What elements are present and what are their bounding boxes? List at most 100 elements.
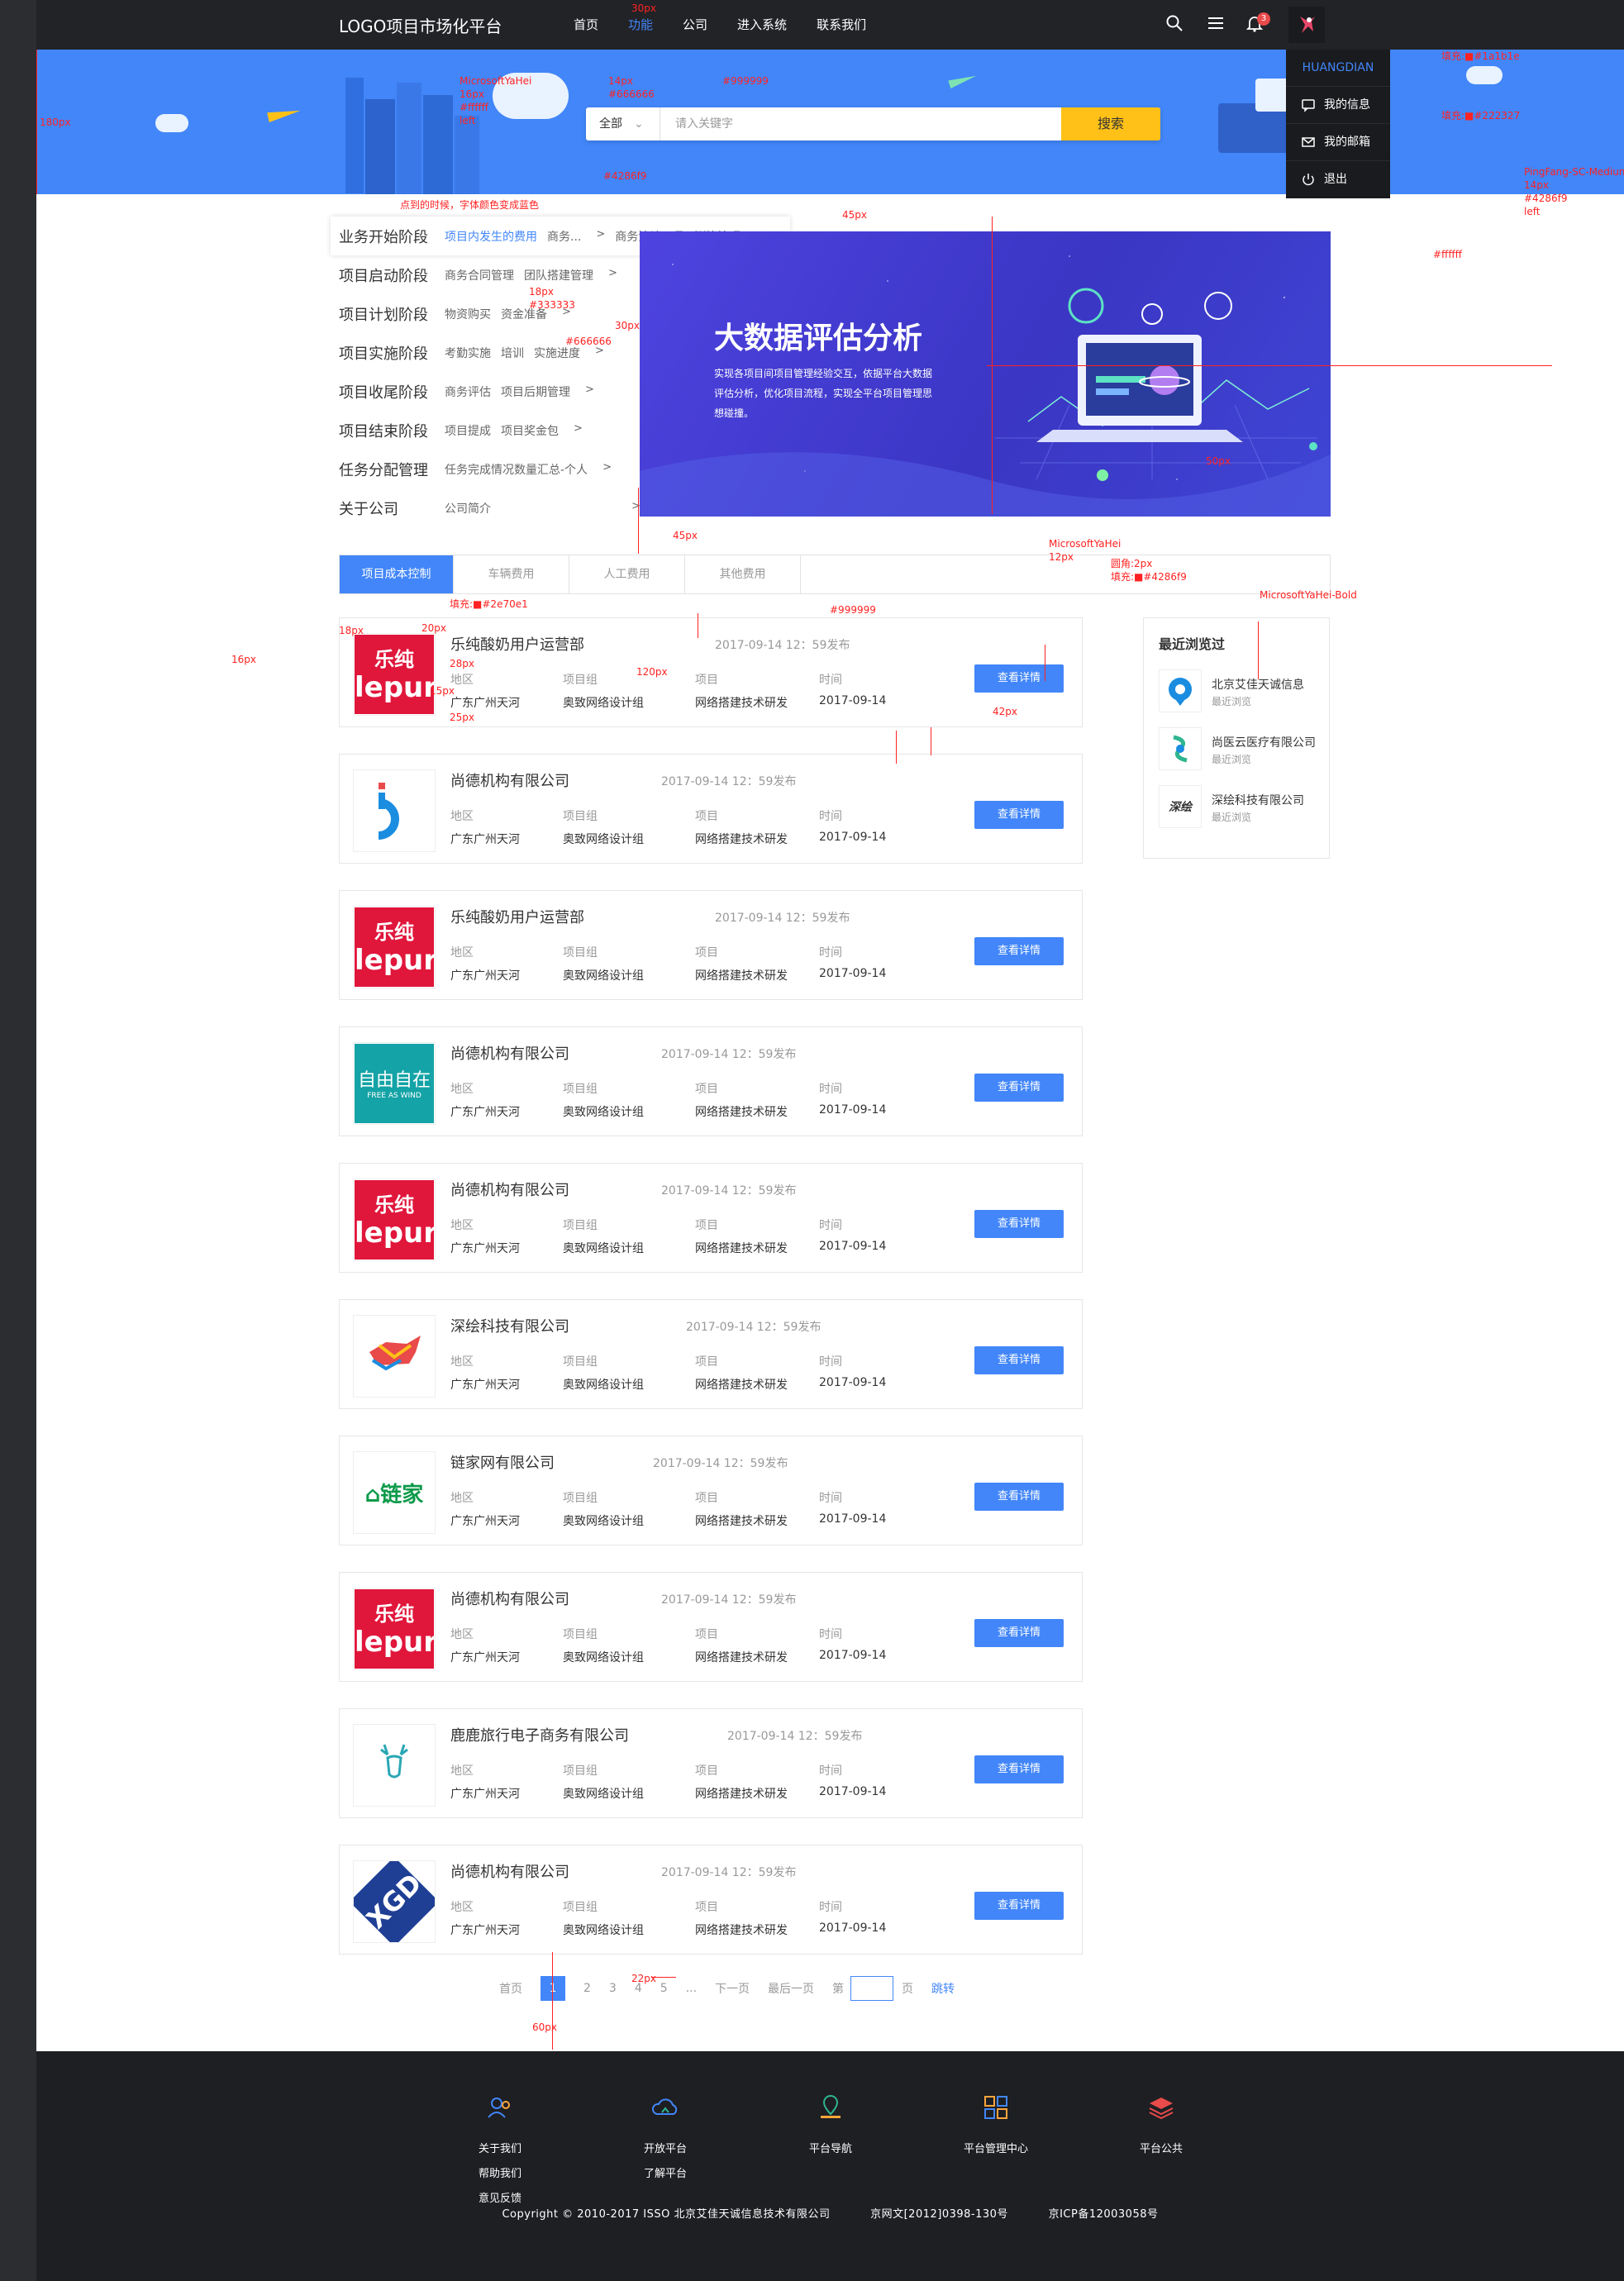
project-card[interactable]: 深绘科技有限公司 2017-09-14 12：59发布 地区 项目组 项目 时间 广东广州天… <box>339 1299 1083 1409</box>
view-details-button[interactable]: 查看详情 <box>974 1619 1064 1647</box>
goto-button[interactable]: 跳转 <box>931 1980 955 1997</box>
company-name[interactable]: 尚德机构有限公司 <box>450 1860 569 1882</box>
label-group: 项目组 <box>563 674 598 687</box>
category-item[interactable]: 项目结束阶段 项目提成 项目奖金包 > <box>339 411 641 450</box>
search-icon[interactable] <box>1164 14 1185 36</box>
annotation-label: 16px <box>231 654 256 665</box>
sub-link[interactable]: 物资购买 <box>445 306 491 322</box>
tab-other-cost[interactable]: 其他费用 <box>685 555 801 593</box>
view-details-button[interactable]: 查看详情 <box>974 1210 1064 1238</box>
page-first[interactable]: 首页 <box>499 1980 522 1997</box>
page-5[interactable]: 5 <box>660 1982 668 1995</box>
nav-company[interactable]: 公司 <box>683 16 707 33</box>
nav-home[interactable]: 首页 <box>574 16 598 33</box>
footer-link[interactable]: 平台公共 <box>1112 2137 1211 2162</box>
sub-link[interactable]: 项目后期管理 <box>501 383 570 400</box>
building-illustration <box>365 99 395 194</box>
view-details-button[interactable]: 查看详情 <box>974 1892 1064 1920</box>
sub-link[interactable]: 项目奖金包 <box>501 422 559 439</box>
recent-item[interactable]: 北京艾佳天诚信息 最近浏览 <box>1159 669 1324 712</box>
category-item[interactable]: 项目计划阶段 物资购买 资金准备 > <box>339 294 641 333</box>
sub-link[interactable]: 商务... <box>547 228 581 245</box>
company-logo: 乐纯 lepur <box>353 1179 436 1261</box>
sub-link[interactable]: 商务评估 <box>445 383 491 400</box>
company-name[interactable]: 乐纯酸奶用户运营部 <box>450 906 584 927</box>
value-group: 奥致网络设计组 <box>563 1924 644 1937</box>
company-name[interactable]: 乐纯酸奶用户运营部 <box>450 633 584 655</box>
project-card[interactable]: XGD 尚德机构有限公司 2017-09-14 12：59发布 地区 项目组 项目 时间 广东… <box>339 1845 1083 1955</box>
category-item[interactable]: 任务分配管理 任务完成情况数量汇总-个人 > <box>339 450 641 488</box>
page-3[interactable]: 3 <box>609 1982 617 1995</box>
footer-link[interactable]: 了解平台 <box>616 2162 715 2187</box>
company-name[interactable]: 鹿鹿旅行电子商务有限公司 <box>450 1724 629 1745</box>
view-details-button[interactable]: 查看详情 <box>974 937 1064 965</box>
annotation-line <box>552 1952 553 2050</box>
nav-enter-system[interactable]: 进入系统 <box>737 16 787 33</box>
menu-item-my-info[interactable]: 我的信息 <box>1286 86 1390 123</box>
project-card[interactable]: 尚德机构有限公司 2017-09-14 12：59发布 地区 项目组 项目 时间 广东广州天… <box>339 754 1083 864</box>
project-card[interactable]: 鹿鹿旅行电子商务有限公司 2017-09-14 12：59发布 地区 项目组 项目 时间广… <box>339 1708 1083 1818</box>
company-name[interactable]: 尚德机构有限公司 <box>450 1588 569 1609</box>
page-number-input[interactable] <box>850 1976 894 2001</box>
site-logo[interactable]: LOGO项目市场化平台 <box>339 13 502 37</box>
sub-link[interactable]: 考勤实施 <box>445 345 491 361</box>
footer-link[interactable]: 平台管理中心 <box>946 2137 1045 2162</box>
recent-item[interactable]: 尚医云医疗有限公司 最近浏览 <box>1159 727 1324 770</box>
view-details-button[interactable]: 查看详情 <box>974 1483 1064 1511</box>
company-name[interactable]: 链家网有限公司 <box>450 1451 555 1473</box>
sub-link[interactable]: 项目提成 <box>445 422 491 439</box>
project-card[interactable]: 乐纯 lepur 乐纯酸奶用户运营部 2017-09-14 12：59发布 地区 项目组 项… <box>339 890 1083 1000</box>
search-category-select[interactable]: 全部 ⌄ <box>586 107 660 140</box>
tab-labor-cost[interactable]: 人工费用 <box>569 555 685 593</box>
view-details-button[interactable]: 查看详情 <box>974 664 1064 693</box>
project-card[interactable]: 乐纯 lepur 尚德机构有限公司 2017-09-14 12：59发布 地区 项目组 项目… <box>339 1163 1083 1273</box>
annotation-label: left <box>1524 206 1541 217</box>
category-item[interactable]: 关于公司 公司简介 > <box>339 488 641 527</box>
footer-link[interactable]: 关于我们 <box>450 2137 550 2162</box>
page-next[interactable]: 下一页 <box>715 1980 750 1997</box>
recent-item[interactable]: 深绘 深绘科技有限公司 最近浏览 <box>1159 785 1324 828</box>
footer-link[interactable]: 帮助我们 <box>450 2162 550 2187</box>
menu-icon[interactable] <box>1205 14 1226 36</box>
nav-features[interactable]: 功能 <box>628 16 653 33</box>
search-input[interactable]: 请入关键字 <box>675 107 733 140</box>
menu-item-my-mail[interactable]: 我的邮箱 <box>1286 123 1390 160</box>
avatar[interactable] <box>1288 7 1325 43</box>
sub-link[interactable]: 商务合同管理 <box>445 267 514 283</box>
menu-item-label: 退出 <box>1324 172 1347 186</box>
sub-link[interactable]: 团队搭建管理 <box>524 267 593 283</box>
view-details-button[interactable]: 查看详情 <box>974 1755 1064 1783</box>
project-card[interactable]: 自由自在 FREE AS WIND 尚德机构有限公司 2017-09-14 12：59… <box>339 1026 1083 1136</box>
category-item[interactable]: 项目启动阶段 商务合同管理 团队搭建管理 > <box>339 255 641 294</box>
label-group: 项目组 <box>563 1628 598 1641</box>
company-name[interactable]: 尚德机构有限公司 <box>450 1179 569 1200</box>
sub-link[interactable]: 任务完成情况数量汇总-个人 <box>445 461 588 478</box>
category-item[interactable]: 项目收尾阶段 商务评估 项目后期管理 > <box>339 372 641 411</box>
page-last[interactable]: 最后一页 <box>768 1980 814 1997</box>
tab-vehicle-cost[interactable]: 车辆费用 <box>454 555 569 593</box>
search-button[interactable]: 搜索 <box>1061 107 1160 140</box>
label-group: 项目组 <box>563 1219 598 1232</box>
project-card[interactable]: ⌂链家 链家网有限公司 2017-09-14 12：59发布 地区 项目组 项目 时间 广东广… <box>339 1436 1083 1545</box>
annotation-label: MicrosoftYaHei-Bold <box>1260 589 1357 601</box>
view-details-button[interactable]: 查看详情 <box>974 1074 1064 1102</box>
tab-project-cost[interactable]: 项目成本控制 <box>340 555 454 593</box>
sub-link[interactable]: 项目内发生的费用 <box>445 228 537 245</box>
project-card[interactable]: 乐纯 lepur 尚德机构有限公司 2017-09-14 12：59发布 地区 项目组 项目… <box>339 1572 1083 1682</box>
company-name[interactable]: 尚德机构有限公司 <box>450 1042 569 1064</box>
footer-link[interactable]: 开放平台 <box>616 2137 715 2162</box>
annotation-line <box>638 488 639 554</box>
hero-card[interactable]: 大数据评估分析 实现各项目间项目管理经验交互，依据平台大数据评估分析，优化项目流… <box>640 231 1331 517</box>
page-1[interactable]: 1 <box>541 1976 565 2001</box>
sub-link[interactable]: 培训 <box>501 345 524 361</box>
view-details-button[interactable]: 查看详情 <box>974 801 1064 829</box>
company-name[interactable]: 尚德机构有限公司 <box>450 769 569 791</box>
category-title: 项目启动阶段 <box>339 267 428 285</box>
view-details-button[interactable]: 查看详情 <box>974 1346 1064 1374</box>
sub-link[interactable]: 公司简介 <box>445 500 491 517</box>
footer-link[interactable]: 平台导航 <box>781 2137 880 2162</box>
page-2[interactable]: 2 <box>583 1982 591 1995</box>
menu-item-logout[interactable]: 退出 <box>1286 160 1390 198</box>
nav-contact[interactable]: 联系我们 <box>817 16 866 33</box>
company-name[interactable]: 深绘科技有限公司 <box>450 1315 569 1336</box>
